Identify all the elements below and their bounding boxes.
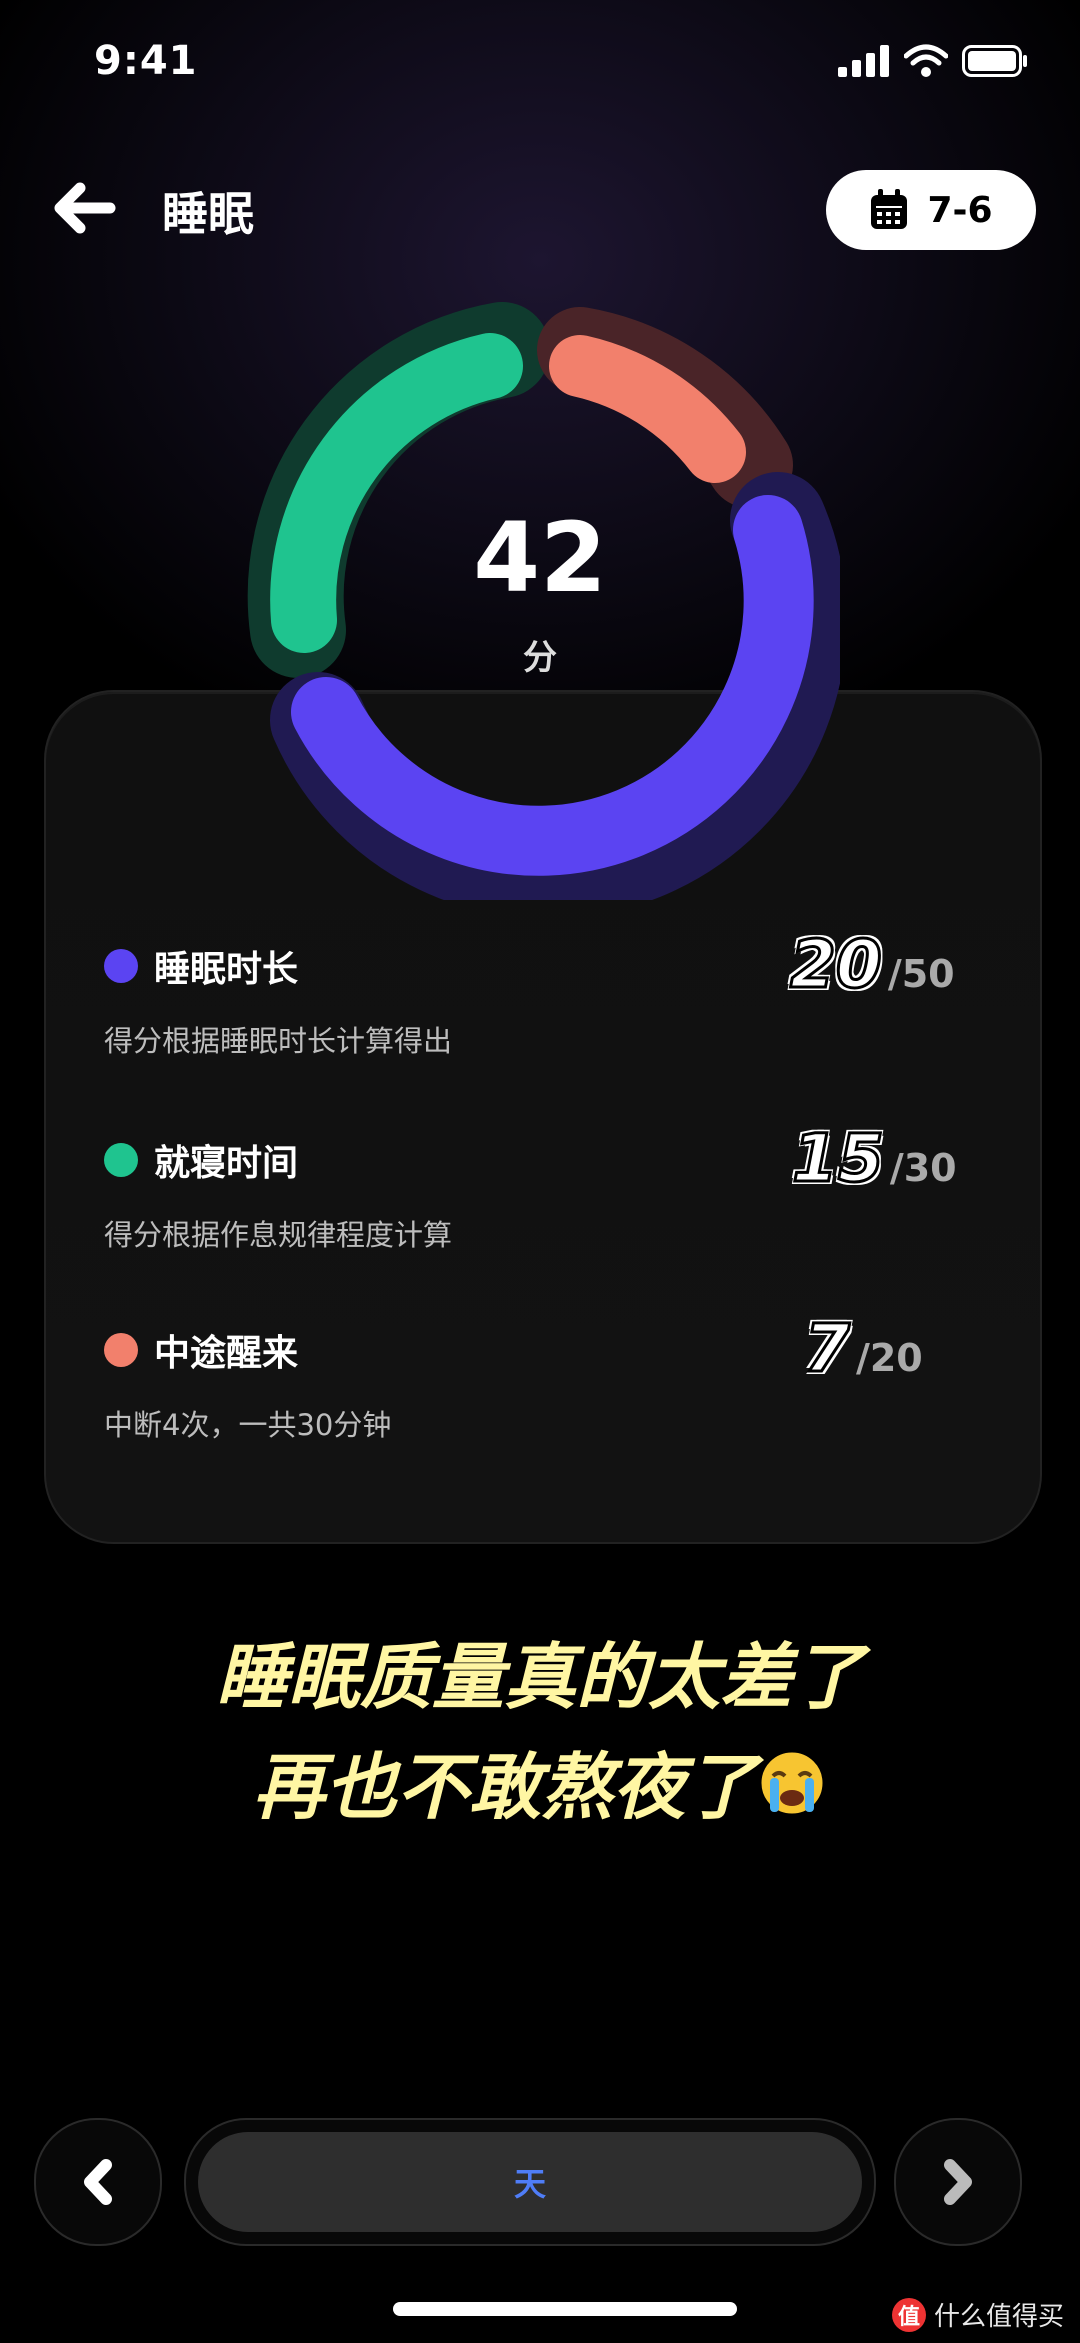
watermark: 值 什么值得买 <box>891 2296 1064 2333</box>
score-row-wakeups: 中途醒来 中断4次，一共30分钟 7 /20 <box>104 1309 994 1444</box>
legend-dot-duration <box>104 949 138 983</box>
row-score: 15 /30 <box>791 1119 957 1199</box>
score-row-duration: 睡眠时长 得分根据睡眠时长计算得出 20 /50 <box>104 925 994 1060</box>
row-description: 得分根据睡眠时长计算得出 <box>104 1024 453 1058</box>
sleep-score-unit: 分 <box>523 638 557 678</box>
home-indicator <box>393 2302 737 2316</box>
status-time: 9:41 <box>94 38 198 84</box>
caption-line-2-text: 再也不敢熬夜了 <box>252 1745 757 1829</box>
row-score: 7 /20 <box>803 1309 923 1389</box>
score-row-bedtime: 就寝时间 得分根据作息规律程度计算 15 /30 <box>104 1119 994 1254</box>
wifi-icon <box>904 44 948 77</box>
battery-icon <box>962 45 1027 77</box>
row-score-max: /30 <box>889 1146 957 1190</box>
caption-line-1: 睡眠质量真的太差了 <box>215 1635 864 1719</box>
row-description: 得分根据作息规律程度计算 <box>104 1218 453 1252</box>
row-title: 中途醒来 <box>154 1333 299 1374</box>
page-title: 睡眠 <box>162 187 254 241</box>
row-score-max: /20 <box>855 1336 923 1380</box>
row-title: 睡眠时长 <box>154 949 299 990</box>
crying-face-emoji <box>758 1749 826 1817</box>
row-score: 20 /50 <box>789 925 955 1005</box>
date-picker-button[interactable]: 7-6 <box>826 170 1036 250</box>
period-selector: 天 <box>184 2118 876 2246</box>
sleep-score-value: 42 <box>473 502 607 614</box>
row-score-value: 15 <box>791 1119 886 1199</box>
row-score-value: 7 <box>803 1309 852 1389</box>
next-day-button[interactable] <box>894 2118 1022 2246</box>
status-icons <box>838 44 1028 78</box>
caption-text: 睡眠质量真的太差了 再也不敢熬夜了 <box>0 1622 1080 1842</box>
legend-dot-bedtime <box>104 1143 138 1177</box>
watermark-text: 什么值得买 <box>933 2302 1064 2332</box>
caption-line-2: 再也不敢熬夜了 <box>0 1732 1080 1842</box>
period-tab-day[interactable]: 天 <box>198 2132 862 2232</box>
legend-dot-wakeups <box>104 1333 138 1367</box>
row-description: 中断4次，一共30分钟 <box>104 1408 392 1442</box>
chevron-left-icon <box>84 2159 112 2205</box>
chevron-right-icon <box>944 2159 972 2205</box>
watermark-badge: 值 <box>891 2297 926 2332</box>
row-score-max: /50 <box>887 952 955 996</box>
calendar-icon <box>871 189 908 229</box>
previous-day-button[interactable] <box>34 2118 162 2246</box>
row-title: 就寝时间 <box>154 1143 299 1184</box>
back-button[interactable] <box>48 178 118 238</box>
row-score-value: 20 <box>789 925 884 1005</box>
back-arrow-icon <box>54 182 116 234</box>
date-label: 7-6 <box>927 189 993 231</box>
signal-icon <box>838 45 889 77</box>
